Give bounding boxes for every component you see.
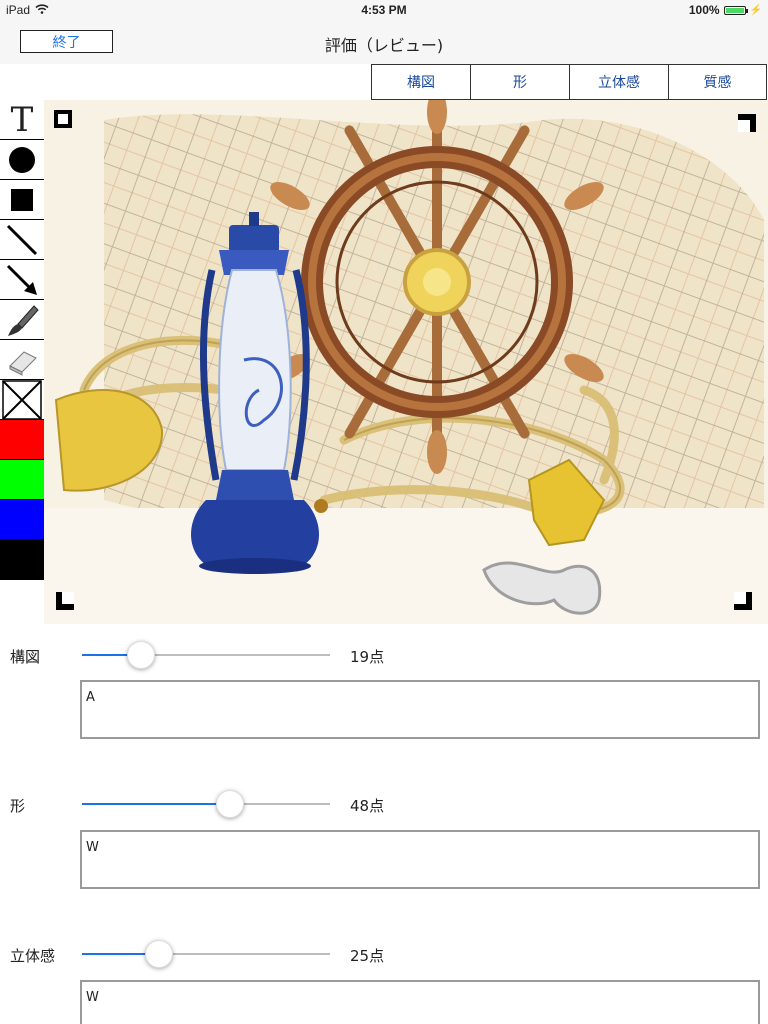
page-title: 評価（レビュー)	[324, 36, 444, 55]
slider-thumb[interactable]	[215, 790, 244, 818]
color-swatch-black[interactable]	[0, 540, 44, 580]
navigation-bar: 終了 評価（レビュー)	[0, 20, 768, 64]
eraser-tool-icon[interactable]	[0, 340, 44, 380]
arrow-tool-icon[interactable]	[0, 260, 44, 300]
drawing-toolbar: T	[0, 100, 45, 624]
tab-volume[interactable]: 立体感	[569, 64, 668, 100]
criteria-tabs: 構図 形 立体感 質感	[371, 64, 767, 100]
color-swatch-white[interactable]	[0, 580, 44, 620]
score-value: 19点	[350, 648, 385, 666]
color-swatch-red[interactable]	[0, 420, 44, 460]
score-label: 形	[10, 797, 26, 815]
comment-field[interactable]: W	[80, 830, 760, 889]
brush-tool-icon[interactable]	[0, 300, 44, 340]
tab-composition[interactable]: 構図	[371, 64, 470, 100]
clear-tool-icon[interactable]	[0, 379, 44, 420]
slider-thumb[interactable]	[145, 940, 173, 968]
score-label: 構図	[10, 648, 41, 666]
battery-icon	[723, 5, 748, 15]
square-tool-icon[interactable]	[0, 180, 44, 220]
charging-icon: ⚡	[749, 4, 762, 16]
score-value: 48点	[350, 797, 385, 815]
color-swatch-green[interactable]	[0, 460, 44, 500]
battery-percent: 100%	[688, 3, 720, 17]
circle-tool-icon[interactable]	[0, 140, 44, 180]
score-value: 25点	[350, 947, 385, 965]
text-tool-glyph: T	[10, 99, 34, 140]
status-bar: iPad 4:53 PM 100% ⚡	[0, 0, 768, 20]
artwork-canvas[interactable]	[44, 100, 768, 624]
score-slider[interactable]	[82, 789, 330, 819]
score-slider[interactable]	[82, 939, 330, 969]
text-tool-icon[interactable]: T	[0, 100, 44, 140]
score-slider[interactable]	[82, 640, 330, 670]
slider-thumb[interactable]	[126, 641, 155, 669]
score-label: 立体感	[10, 947, 56, 965]
tab-form[interactable]: 形	[470, 64, 569, 100]
line-tool-icon[interactable]	[0, 220, 44, 260]
comment-field[interactable]: A	[80, 680, 760, 739]
color-swatch-blue[interactable]	[0, 500, 44, 540]
status-time: 4:53 PM	[361, 3, 407, 17]
artwork-image	[44, 100, 768, 624]
comment-field[interactable]: W	[80, 980, 760, 1024]
tab-texture[interactable]: 質感	[668, 64, 767, 100]
